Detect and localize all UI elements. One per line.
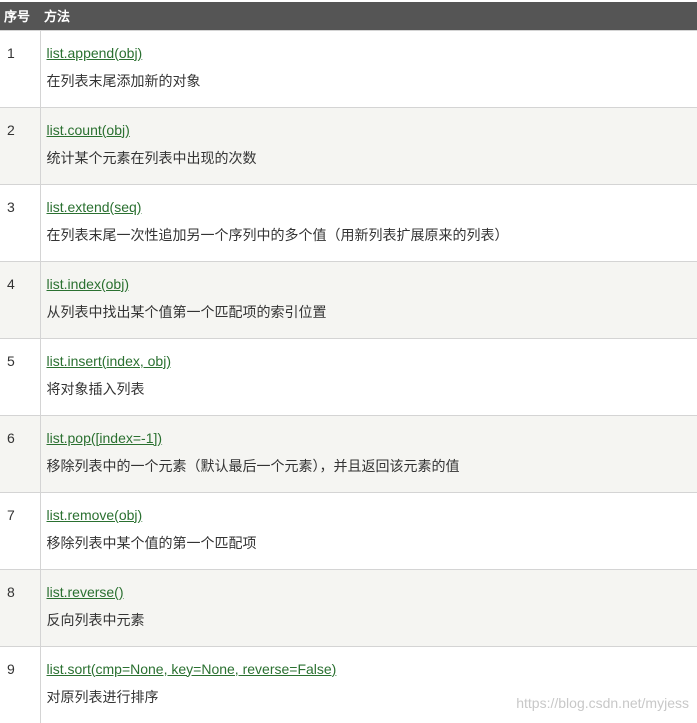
table-row: 9 list.sort(cmp=None, key=None, reverse=… bbox=[0, 646, 697, 723]
method-description: 统计某个元素在列表中出现的次数 bbox=[47, 150, 697, 169]
method-cell: list.sort(cmp=None, key=None, reverse=Fa… bbox=[40, 646, 697, 723]
method-link[interactable]: list.extend(seq) bbox=[47, 198, 697, 217]
table-row: 2 list.count(obj) 统计某个元素在列表中出现的次数 bbox=[0, 107, 697, 184]
method-link[interactable]: list.append(obj) bbox=[47, 44, 697, 63]
method-description: 反向列表中元素 bbox=[47, 612, 697, 631]
method-link[interactable]: list.insert(index, obj) bbox=[47, 352, 697, 371]
row-number: 2 bbox=[0, 107, 40, 184]
row-number: 7 bbox=[0, 492, 40, 569]
method-description: 将对象插入列表 bbox=[47, 381, 697, 400]
method-link[interactable]: list.sort(cmp=None, key=None, reverse=Fa… bbox=[47, 660, 697, 679]
table-row: 6 list.pop([index=-1]) 移除列表中的一个元素（默认最后一个… bbox=[0, 415, 697, 492]
method-cell: list.count(obj) 统计某个元素在列表中出现的次数 bbox=[40, 107, 697, 184]
method-description: 移除列表中某个值的第一个匹配项 bbox=[47, 535, 697, 554]
watermark: https://blog.csdn.net/myjess bbox=[516, 695, 689, 711]
method-cell: list.extend(seq) 在列表末尾一次性追加另一个序列中的多个值（用新… bbox=[40, 184, 697, 261]
header-method: 方法 bbox=[40, 2, 697, 30]
method-cell: list.reverse() 反向列表中元素 bbox=[40, 569, 697, 646]
row-number: 1 bbox=[0, 30, 40, 107]
method-description: 在列表末尾添加新的对象 bbox=[47, 73, 697, 92]
method-cell: list.remove(obj) 移除列表中某个值的第一个匹配项 bbox=[40, 492, 697, 569]
table-row: 4 list.index(obj) 从列表中找出某个值第一个匹配项的索引位置 bbox=[0, 261, 697, 338]
method-link[interactable]: list.reverse() bbox=[47, 583, 697, 602]
method-link[interactable]: list.count(obj) bbox=[47, 121, 697, 140]
row-number: 5 bbox=[0, 338, 40, 415]
method-description: 在列表末尾一次性追加另一个序列中的多个值（用新列表扩展原来的列表） bbox=[47, 227, 697, 246]
method-description: 从列表中找出某个值第一个匹配项的索引位置 bbox=[47, 304, 697, 323]
row-number: 9 bbox=[0, 646, 40, 723]
table-row: 5 list.insert(index, obj) 将对象插入列表 bbox=[0, 338, 697, 415]
header-num: 序号 bbox=[0, 2, 40, 30]
list-methods-table: 序号 方法 1 list.append(obj) 在列表末尾添加新的对象 2 l… bbox=[0, 2, 697, 723]
method-link[interactable]: list.remove(obj) bbox=[47, 506, 697, 525]
method-description: 移除列表中的一个元素（默认最后一个元素），并且返回该元素的值 bbox=[47, 458, 697, 477]
table-row: 3 list.extend(seq) 在列表末尾一次性追加另一个序列中的多个值（… bbox=[0, 184, 697, 261]
row-number: 6 bbox=[0, 415, 40, 492]
row-number: 3 bbox=[0, 184, 40, 261]
table-row: 7 list.remove(obj) 移除列表中某个值的第一个匹配项 bbox=[0, 492, 697, 569]
method-cell: list.index(obj) 从列表中找出某个值第一个匹配项的索引位置 bbox=[40, 261, 697, 338]
method-link[interactable]: list.index(obj) bbox=[47, 275, 697, 294]
method-link[interactable]: list.pop([index=-1]) bbox=[47, 429, 697, 448]
method-cell: list.insert(index, obj) 将对象插入列表 bbox=[40, 338, 697, 415]
table-header-row: 序号 方法 bbox=[0, 2, 697, 30]
method-cell: list.append(obj) 在列表末尾添加新的对象 bbox=[40, 30, 697, 107]
row-number: 4 bbox=[0, 261, 40, 338]
method-cell: list.pop([index=-1]) 移除列表中的一个元素（默认最后一个元素… bbox=[40, 415, 697, 492]
table-row: 8 list.reverse() 反向列表中元素 bbox=[0, 569, 697, 646]
table-row: 1 list.append(obj) 在列表末尾添加新的对象 bbox=[0, 30, 697, 107]
row-number: 8 bbox=[0, 569, 40, 646]
